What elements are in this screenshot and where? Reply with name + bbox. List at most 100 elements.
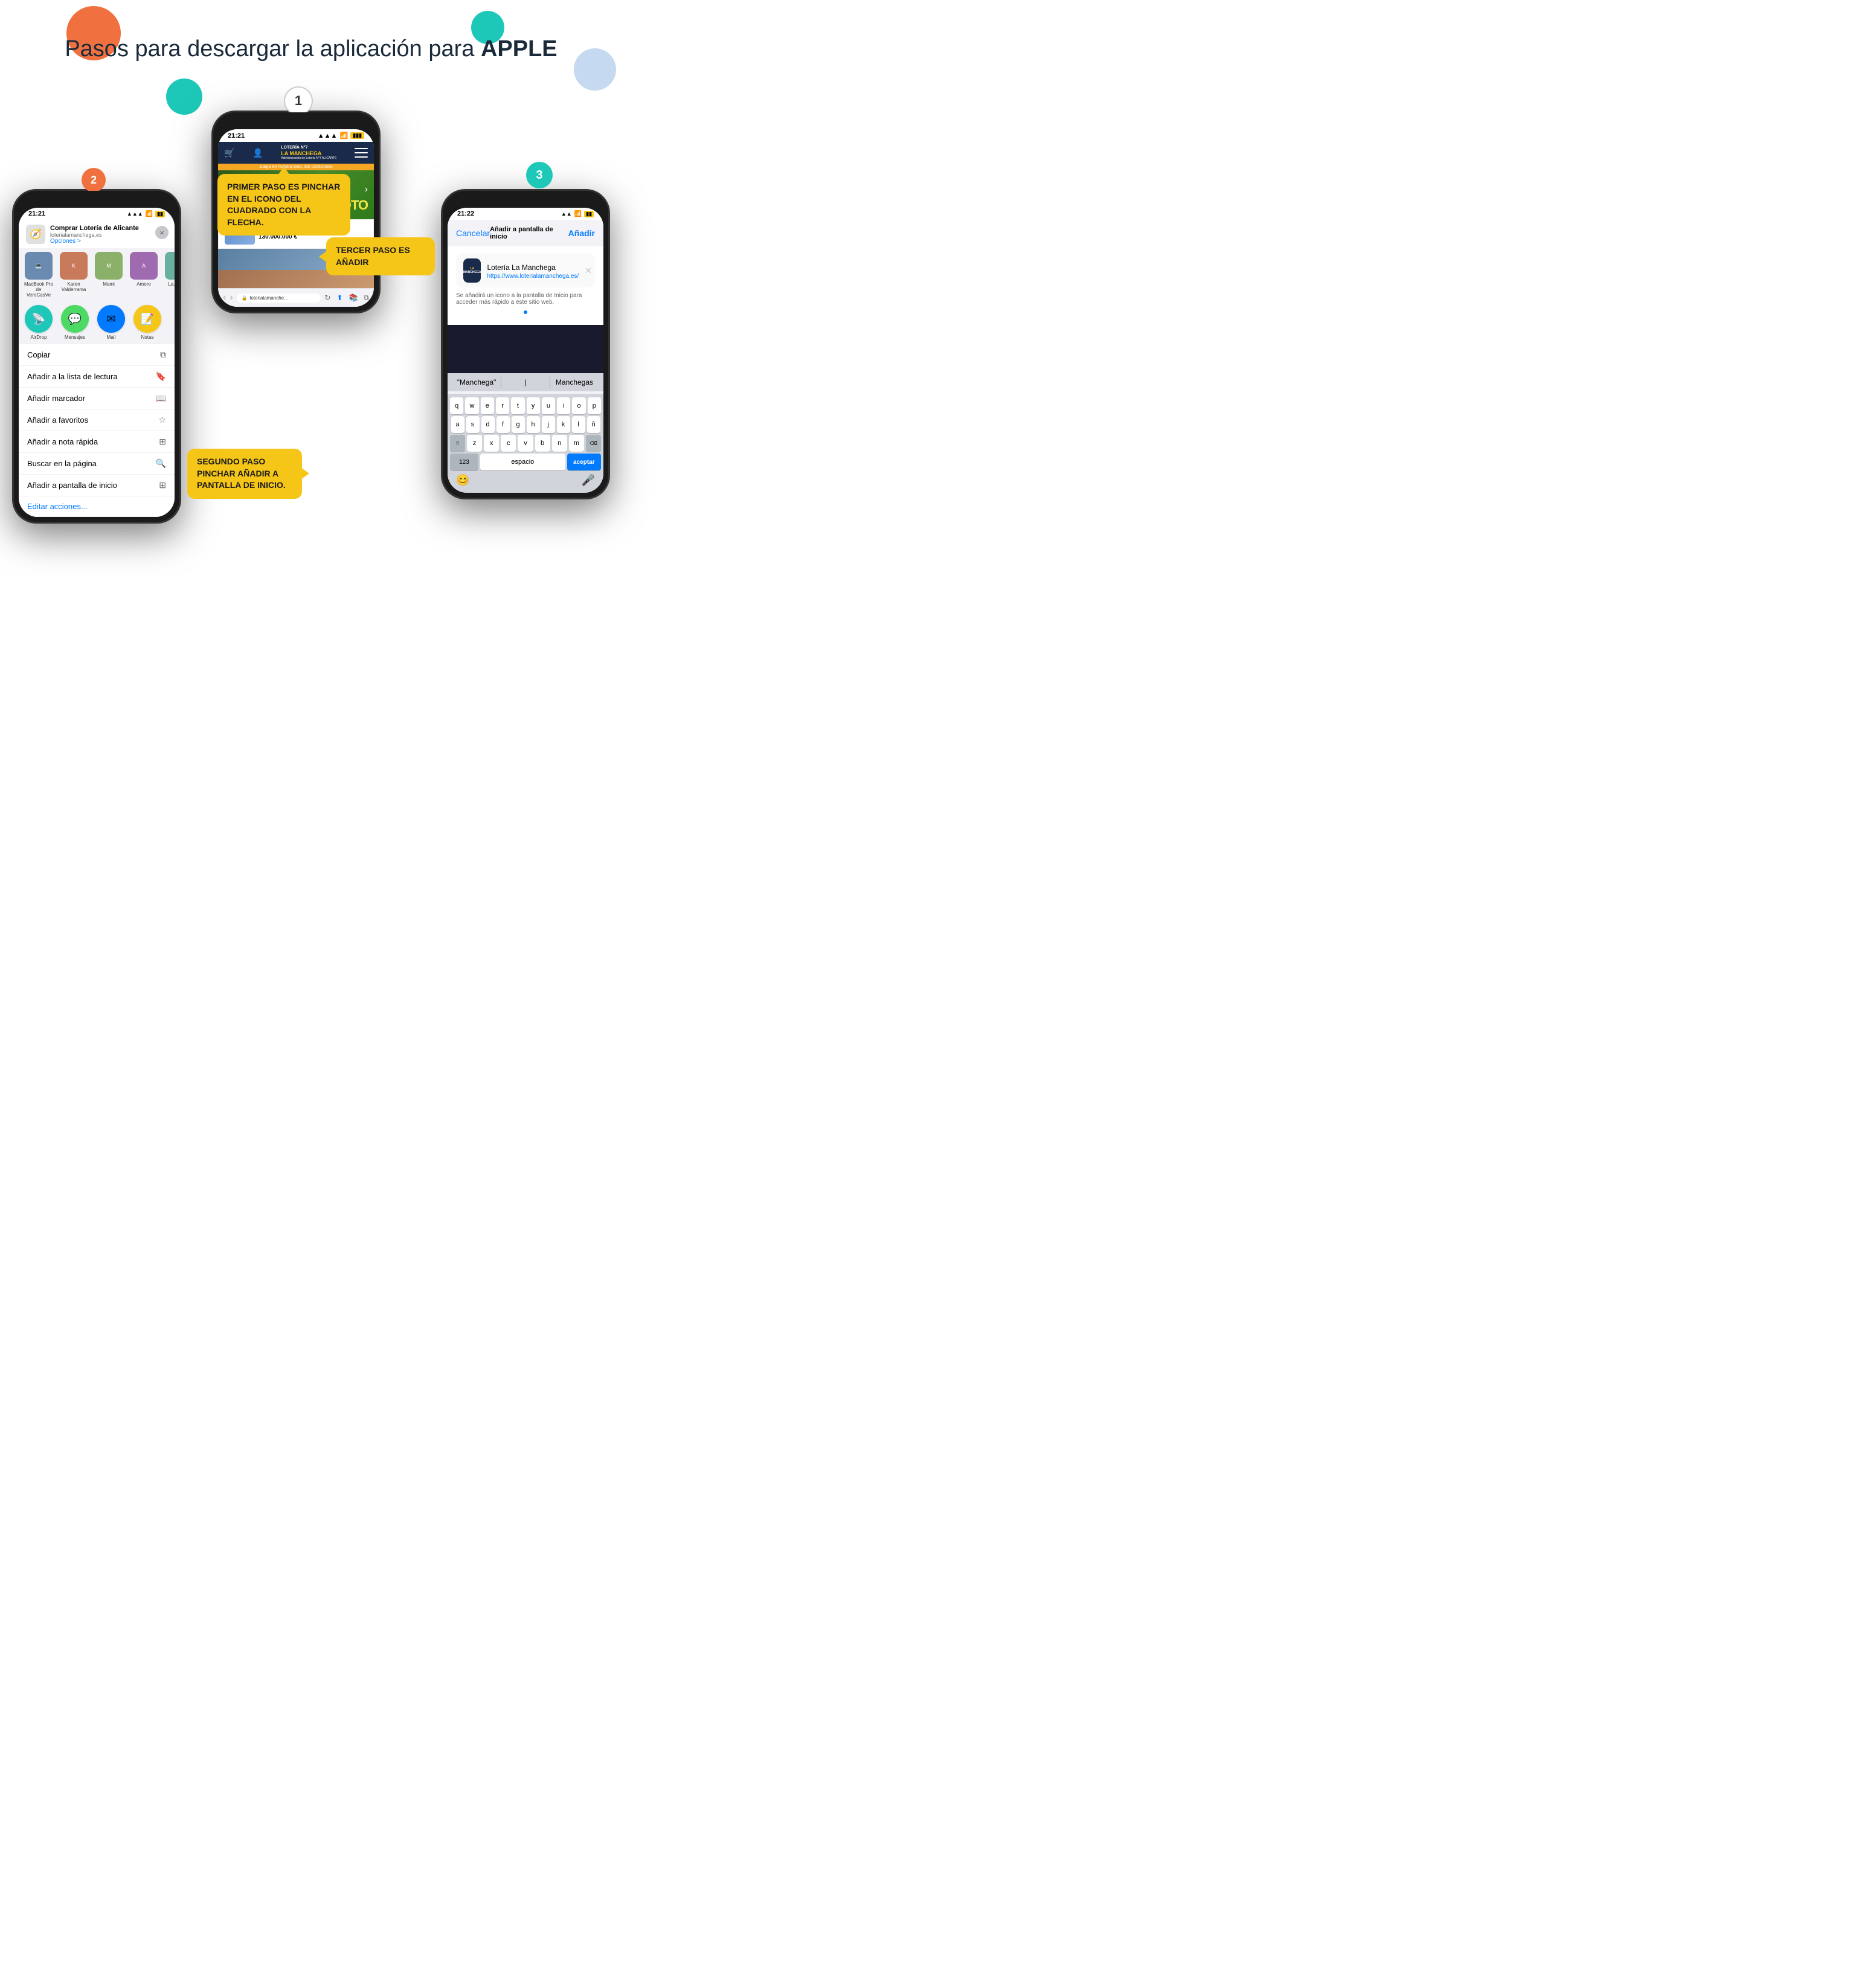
url-bar-1[interactable]: 🔒 loterialamanche... — [237, 293, 321, 303]
opciones-btn[interactable]: Opciones > — [50, 238, 139, 245]
emoji-icon[interactable]: 😊 — [456, 474, 469, 487]
key-w[interactable]: w — [465, 397, 478, 414]
key-delete[interactable]: ⌫ — [586, 435, 601, 452]
page-header: Pasos para descargar la aplicación para … — [0, 0, 622, 74]
key-o[interactable]: o — [572, 397, 585, 414]
reading-list-icon: 🔖 — [156, 371, 166, 382]
key-a[interactable]: a — [451, 416, 464, 433]
key-e[interactable]: e — [481, 397, 494, 414]
signal-icon: ▲▲▲ — [318, 132, 338, 139]
title-bold: APPLE — [481, 36, 558, 62]
recent-other[interactable]: L La... lub... — [164, 252, 175, 298]
key-h[interactable]: h — [527, 416, 540, 433]
key-q[interactable]: q — [450, 397, 463, 414]
action-list: Copiar ⧉ Añadir a la lista de lectura 🔖 … — [19, 344, 175, 517]
share-header: 🧭 Comprar Lotería de Alicante loterialam… — [19, 220, 175, 248]
suggestion-3[interactable]: Manchegas — [550, 376, 599, 389]
recent-macbook[interactable]: 💻 MacBook Pro de VeroCasVe — [24, 252, 54, 298]
app-name-input[interactable] — [487, 263, 579, 272]
action-marcador[interactable]: Añadir marcador 📖 — [19, 388, 175, 409]
next-arrow[interactable]: › — [365, 184, 368, 195]
action-copiar[interactable]: Copiar ⧉ — [19, 344, 175, 366]
key-r[interactable]: r — [496, 397, 509, 414]
phone-2: 21:21 ▲▲▲ 📶 ▮▮ 🧭 Comprar Lotería — [12, 189, 181, 524]
share-close-btn[interactable]: × — [155, 226, 169, 239]
phone-notch-1 — [260, 112, 332, 127]
website-header: 🛒 👤 LOTERÍA N°7 LA MANCHEGA Administraci… — [218, 142, 374, 164]
clear-icon[interactable]: ✕ — [585, 266, 592, 276]
share-sheet: 🧭 Comprar Lotería de Alicante loterialam… — [19, 220, 175, 517]
key-s[interactable]: s — [466, 416, 480, 433]
app-icon: LA MANCHEGA — [463, 258, 481, 283]
recents-row: 💻 MacBook Pro de VeroCasVe K Karen Valde… — [19, 248, 175, 301]
key-g[interactable]: g — [512, 416, 525, 433]
mail-icon: ✉ — [106, 313, 115, 325]
cart-icon: 🛒 — [224, 148, 234, 158]
nav-hamburger[interactable] — [355, 148, 368, 158]
key-i[interactable]: i — [557, 397, 570, 414]
bookmarks-icon[interactable]: 📚 — [349, 293, 358, 302]
key-p[interactable]: p — [588, 397, 601, 414]
action-pantalla-inicio[interactable]: Añadir a pantalla de inicio ⊞ — [19, 475, 175, 496]
forward-btn[interactable]: › — [230, 292, 233, 303]
key-c[interactable]: c — [501, 435, 516, 452]
key-y[interactable]: y — [527, 397, 540, 414]
share-notas[interactable]: 📝 Notas — [132, 305, 162, 340]
share-mail[interactable]: ✉ Mail — [96, 305, 126, 340]
back-btn[interactable]: ‹ — [223, 292, 226, 303]
key-space[interactable]: espacio — [480, 454, 565, 470]
key-x[interactable]: x — [484, 435, 499, 452]
share-icon[interactable]: ⬆ — [336, 293, 342, 302]
kbd-bottom-icons: 😊 🎤 — [450, 470, 601, 489]
step-1-badge: 1 — [284, 86, 313, 115]
suggestion-1[interactable]: "Manchega" — [452, 376, 501, 389]
share-mensajes[interactable]: 💬 Mensajes — [60, 305, 90, 340]
key-j[interactable]: j — [542, 416, 555, 433]
key-n-tilde[interactable]: ñ — [587, 416, 600, 433]
kbd-row-1: q w e r t y u i o p — [450, 397, 601, 414]
cancel-btn[interactable]: Cancelar — [456, 228, 490, 238]
browser-actions: ↻ ⬆ 📚 ⧉ — [324, 293, 369, 303]
key-k[interactable]: k — [557, 416, 570, 433]
browser-bar-1: ‹ › 🔒 loterialamanche... ↻ ⬆ 📚 ⧉ — [218, 288, 374, 307]
status-icons-1: ▲▲▲ 📶 ▮▮▮ — [318, 132, 364, 139]
key-v[interactable]: v — [518, 435, 533, 452]
key-z[interactable]: z — [467, 435, 482, 452]
key-shift[interactable]: ⇧ — [450, 435, 465, 452]
recent-karen[interactable]: K Karen Valderrama — [59, 252, 89, 298]
key-m[interactable]: m — [569, 435, 584, 452]
key-d[interactable]: d — [481, 416, 495, 433]
add-btn[interactable]: Añadir — [568, 228, 595, 238]
key-b[interactable]: b — [535, 435, 550, 452]
action-buscar[interactable]: Buscar en la página 🔍 — [19, 453, 175, 475]
notas-icon: 📝 — [141, 313, 154, 325]
key-u[interactable]: u — [542, 397, 555, 414]
key-t[interactable]: t — [511, 397, 524, 414]
share-icons-row: 📡 AirDrop 💬 Mensajes ✉ — [19, 301, 175, 344]
share-airdrop[interactable]: 📡 AirDrop — [24, 305, 54, 340]
reload-icon[interactable]: ↻ — [324, 293, 330, 302]
action-lista-lectura[interactable]: Añadir a la lista de lectura 🔖 — [19, 366, 175, 388]
key-123[interactable]: 123 — [450, 454, 478, 470]
kbd-row-2: a s d f g h j k l ñ — [450, 416, 601, 433]
action-favoritos[interactable]: Añadir a favoritos ☆ — [19, 409, 175, 431]
key-l[interactable]: l — [572, 416, 585, 433]
tabs-icon[interactable]: ⧉ — [364, 293, 369, 303]
recent-mami[interactable]: M Mami — [94, 252, 124, 298]
time-3: 21:22 — [457, 210, 474, 217]
key-f[interactable]: f — [496, 416, 510, 433]
search-page-icon: 🔍 — [156, 458, 166, 469]
recent-amore[interactable]: A Amore — [129, 252, 159, 298]
dictation-icon[interactable]: 🎤 — [582, 474, 595, 487]
key-accept[interactable]: aceptar — [567, 454, 601, 470]
lock-icon: 🔒 — [242, 295, 248, 301]
action-editar[interactable]: Editar acciones... — [19, 496, 175, 517]
dark-bg — [448, 325, 603, 373]
status-bar-2: 21:21 ▲▲▲ 📶 ▮▮ — [19, 208, 175, 220]
action-nota-rapida[interactable]: Añadir a nota rápida ⊞ — [19, 431, 175, 453]
wifi-icon: 📶 — [339, 132, 348, 139]
mensajes-icon: 💬 — [68, 313, 82, 325]
key-n[interactable]: n — [552, 435, 567, 452]
suggestion-2[interactable]: | — [501, 376, 550, 389]
app-url: https://www.loterialamanchega.es/ — [487, 273, 579, 280]
